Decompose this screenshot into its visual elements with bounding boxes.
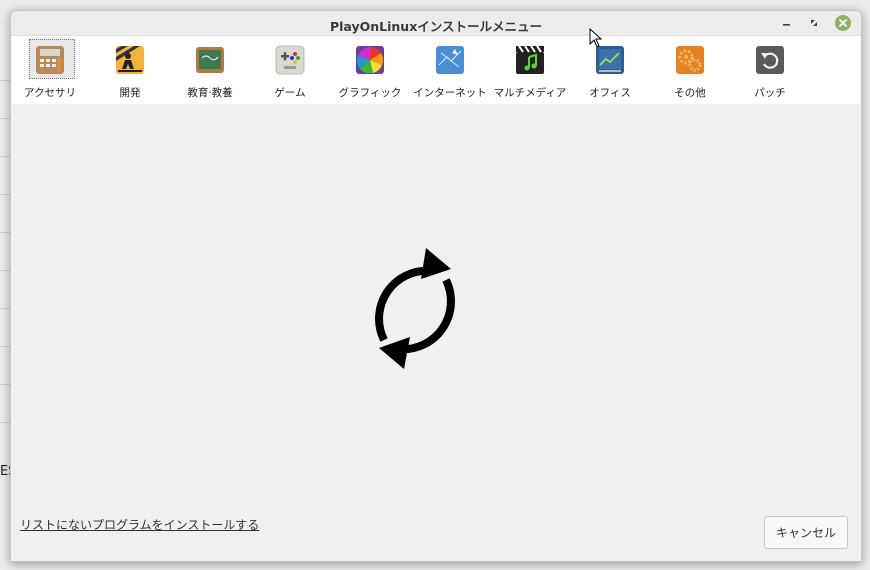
category-label: パッチ [754, 87, 786, 99]
development-construction-icon [116, 46, 144, 74]
multimedia-clapper-icon [516, 45, 544, 74]
accessories-calculator-icon [36, 46, 64, 74]
refresh-icon [375, 248, 455, 369]
category-toolbar: アクセサリ 開発 教育·教養 ゲーム グラフィック インターネット マルチメディ… [11, 36, 861, 104]
category-graphics[interactable]: グラフィック [331, 39, 409, 99]
category-label: インターネット [413, 87, 487, 99]
mouse-pointer-icon [589, 28, 603, 48]
category-education[interactable]: 教育·教養 [171, 39, 249, 99]
category-internet[interactable]: インターネット [411, 39, 489, 99]
category-games[interactable]: ゲーム [251, 39, 329, 99]
education-chalkboard-icon [196, 47, 224, 73]
games-gamepad-icon [275, 45, 305, 75]
category-patch[interactable]: パッチ [731, 39, 809, 99]
category-office[interactable]: オフィス [571, 39, 649, 99]
category-development[interactable]: 開発 [91, 39, 169, 99]
maximize-icon[interactable] [806, 15, 822, 31]
office-chart-icon [596, 46, 624, 74]
category-label: 教育·教養 [187, 87, 233, 99]
category-label: グラフィック [338, 87, 402, 99]
titlebar: PlayOnLinuxインストールメニュー [11, 11, 861, 36]
install-menu-window: PlayOnLinuxインストールメニュー アクセサリ 開発 教育·教養 ゲーム… [10, 10, 862, 562]
category-multimedia[interactable]: マルチメディア [491, 39, 569, 99]
internet-globe-icon [436, 46, 464, 74]
patch-restore-icon [756, 46, 784, 74]
other-gears-icon [676, 46, 704, 74]
category-label: 開発 [119, 87, 141, 99]
category-other[interactable]: その他 [651, 39, 729, 99]
category-label: アクセサリ [24, 87, 76, 99]
install-unlisted-program-link[interactable]: リストにないプログラムをインストールする [20, 516, 259, 533]
graphics-color-wheel-icon [356, 46, 384, 74]
category-accessories[interactable]: アクセサリ [11, 39, 89, 99]
close-icon[interactable] [835, 15, 851, 31]
category-label: オフィス [589, 87, 631, 99]
window-title: PlayOnLinuxインストールメニュー [329, 19, 543, 34]
category-label: その他 [674, 87, 706, 99]
category-label: ゲーム [274, 87, 306, 99]
cancel-button[interactable]: キャンセル [764, 516, 848, 549]
minimize-icon[interactable] [779, 15, 795, 31]
category-label: マルチメディア [493, 87, 567, 99]
